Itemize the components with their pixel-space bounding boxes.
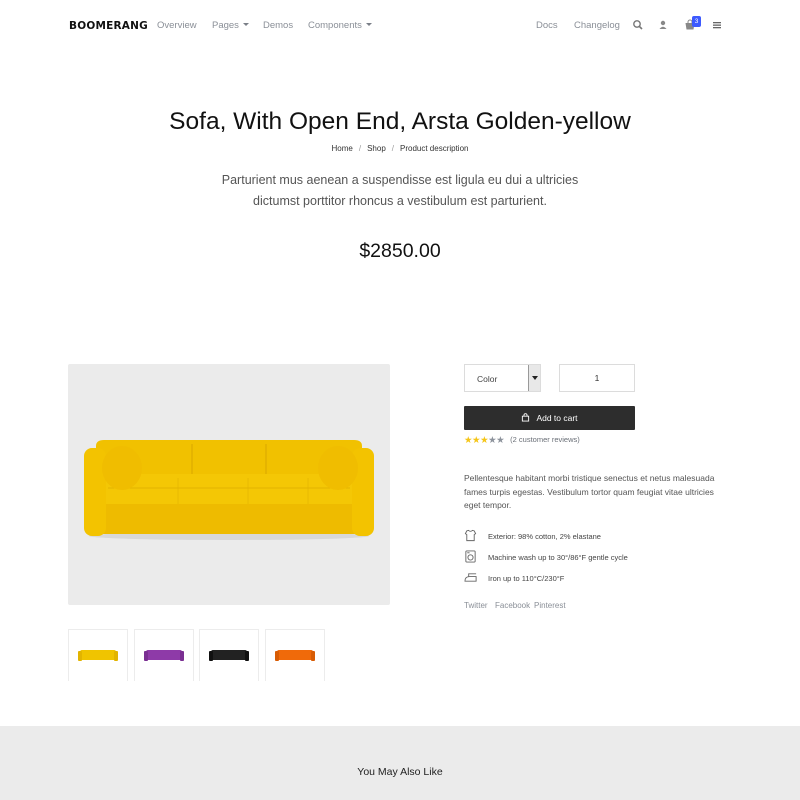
brand-logo[interactable]: BOOMERANG [69, 20, 148, 32]
product-price: $2850.00 [359, 240, 441, 262]
thumbnail-black[interactable] [199, 629, 259, 681]
search-icon[interactable] [632, 19, 644, 31]
nav-demos[interactable]: Demos [263, 20, 293, 31]
related-section-title: You May Also Like [357, 766, 443, 778]
feature-wash-text: Machine wash up to 30°/86°F gentle cycle [488, 553, 628, 562]
breadcrumb-separator: / [391, 144, 394, 153]
breadcrumb: Home / Shop / Product description [0, 144, 800, 153]
thumbnail-purple[interactable] [134, 629, 194, 681]
related-products-section: You May Also Like [0, 726, 800, 800]
star-empty-icon: ★ [496, 435, 505, 446]
chevron-down-icon[interactable] [528, 365, 540, 391]
nav-overview[interactable]: Overview [157, 20, 197, 31]
nav-changelog[interactable]: Changelog [574, 20, 620, 31]
add-to-cart-button[interactable]: Add to cart [464, 406, 635, 430]
user-icon[interactable] [657, 19, 669, 31]
sofa-thumbnail [209, 650, 249, 661]
iron-icon [464, 573, 477, 582]
sofa-image [84, 440, 374, 540]
breadcrumb-separator: / [358, 144, 362, 153]
share-facebook-link[interactable]: Facebook [495, 601, 530, 610]
breadcrumb-home[interactable]: Home [332, 144, 353, 153]
add-to-cart-label: Add to cart [536, 413, 578, 423]
nav-pages[interactable]: Pages [212, 20, 249, 31]
washing-machine-icon [465, 550, 476, 563]
thumbnail-orange[interactable] [265, 629, 325, 681]
color-select-value: Color [477, 374, 498, 384]
star-filled-icon: ★ [480, 435, 489, 446]
page-title: Sofa, With Open End, Arsta Golden-yellow [169, 108, 631, 135]
product-rating: ★★★★★ (2 customer reviews) [464, 435, 580, 446]
chevron-down-icon [242, 23, 249, 26]
cart-count-badge: 3 [692, 16, 701, 27]
star-filled-icon: ★ [472, 435, 481, 446]
reviews-link[interactable]: (2 customer reviews) [510, 435, 580, 444]
thumbnail-yellow[interactable] [68, 629, 128, 681]
color-select[interactable]: Color [464, 364, 541, 392]
chevron-down-icon [365, 23, 372, 26]
star-empty-icon: ★ [488, 435, 497, 446]
star-filled-icon: ★ [464, 435, 473, 446]
product-description: Pellentesque habitant morbi tristique se… [464, 473, 715, 510]
breadcrumb-current: Product description [400, 144, 469, 153]
shirt-icon [464, 529, 477, 542]
share-twitter-link[interactable]: Twitter [464, 601, 488, 610]
feature-iron-text: Iron up to 110°C/230°F [488, 574, 565, 583]
feature-exterior-text: Exterior: 98% cotton, 2% elastane [488, 532, 601, 541]
menu-icon[interactable] [711, 19, 723, 31]
nav-components[interactable]: Components [308, 20, 372, 31]
product-main-image[interactable] [68, 364, 390, 605]
sofa-thumbnail [144, 650, 184, 661]
product-subtitle: Parturient mus aenean a suspendisse est … [221, 173, 579, 208]
shopping-bag-icon [522, 413, 530, 422]
sofa-thumbnail [78, 650, 118, 661]
quantity-input[interactable]: 1 [559, 364, 635, 392]
share-pinterest-link[interactable]: Pinterest [534, 601, 566, 610]
nav-docs[interactable]: Docs [536, 20, 558, 31]
top-navbar: BOOMERANG Overview Pages Demos Component… [0, 0, 800, 52]
breadcrumb-shop[interactable]: Shop [367, 144, 386, 153]
nav-pages-label: Pages [212, 20, 239, 31]
sofa-thumbnail [275, 650, 315, 661]
nav-components-label: Components [308, 20, 362, 31]
